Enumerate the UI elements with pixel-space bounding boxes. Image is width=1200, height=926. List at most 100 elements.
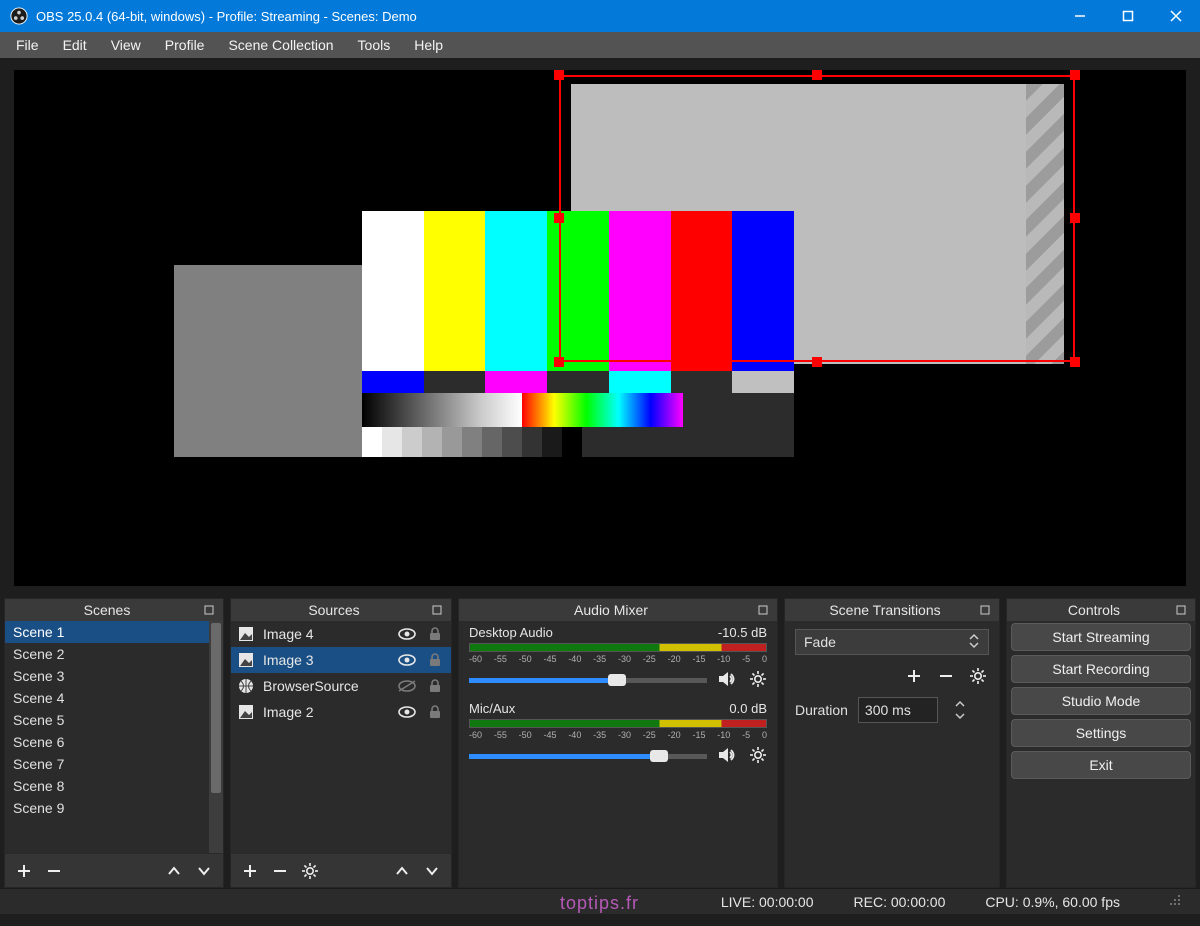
source-name: Image 3 — [263, 652, 389, 668]
scene-item[interactable]: Scene 7 — [5, 753, 223, 775]
meter-scale: -60-55-50-45-40-35-30-25-20-15-10-50 — [469, 654, 767, 664]
lock-toggle[interactable] — [425, 704, 445, 720]
scene-item[interactable]: Scene 3 — [5, 665, 223, 687]
scroll-track[interactable] — [209, 621, 223, 853]
menu-view[interactable]: View — [101, 35, 151, 55]
audio-mixer-dock-title: Audio Mixer — [465, 602, 757, 618]
selection-handle[interactable] — [1070, 357, 1080, 367]
selection-handle[interactable] — [1070, 213, 1080, 223]
scene-item[interactable]: Scene 6 — [5, 731, 223, 753]
menu-help[interactable]: Help — [404, 35, 453, 55]
exit-button[interactable]: Exit — [1011, 751, 1191, 779]
statusbar: LIVE: 00:00:00 REC: 00:00:00 CPU: 0.9%, … — [0, 888, 1200, 914]
lock-toggle[interactable] — [425, 652, 445, 668]
remove-transition-button[interactable] — [935, 665, 957, 687]
vu-meter — [469, 719, 767, 728]
window-close-button[interactable] — [1152, 0, 1200, 32]
source-item[interactable]: Image 2 — [231, 699, 451, 725]
window-maximize-button[interactable] — [1104, 0, 1152, 32]
window-title: OBS 25.0.4 (64-bit, windows) - Profile: … — [36, 9, 1056, 24]
status-cpu: CPU: 0.9%, 60.00 fps — [985, 894, 1120, 910]
selection-handle[interactable] — [554, 213, 564, 223]
visibility-toggle[interactable] — [397, 679, 417, 693]
studio-mode-button[interactable]: Studio Mode — [1011, 687, 1191, 715]
scene-move-down-button[interactable] — [193, 860, 215, 882]
channel-db: 0.0 dB — [729, 701, 767, 716]
dock-popout-icon[interactable] — [431, 603, 445, 617]
scenes-dock: Scenes Scene 1Scene 2Scene 3Scene 4Scene… — [4, 598, 224, 888]
scene-item[interactable]: Scene 2 — [5, 643, 223, 665]
scene-item[interactable]: Scene 5 — [5, 709, 223, 731]
menu-file[interactable]: File — [6, 35, 49, 55]
add-scene-button[interactable] — [13, 860, 35, 882]
menu-scene-collection[interactable]: Scene Collection — [218, 35, 343, 55]
duration-step-down[interactable] — [952, 710, 968, 722]
lock-toggle[interactable] — [425, 678, 445, 694]
dock-popout-icon[interactable] — [1175, 603, 1189, 617]
selection-handle[interactable] — [554, 70, 564, 80]
channel-settings-button[interactable] — [749, 746, 767, 767]
mute-button[interactable] — [717, 746, 739, 767]
duration-label: Duration — [795, 702, 848, 718]
dock-popout-icon[interactable] — [979, 603, 993, 617]
channel-name: Mic/Aux — [469, 701, 515, 716]
source-item[interactable]: BrowserSource — [231, 673, 451, 699]
channel-db: -10.5 dB — [718, 625, 767, 640]
scene-preview[interactable] — [14, 70, 1186, 586]
transition-select[interactable]: Fade — [795, 629, 989, 655]
add-source-button[interactable] — [239, 860, 261, 882]
menu-profile[interactable]: Profile — [155, 35, 215, 55]
audio-channel: Mic/Aux 0.0 dB -60-55-50-45-40-35-30-25-20… — [459, 697, 777, 773]
remove-source-button[interactable] — [269, 860, 291, 882]
source-item[interactable]: Image 3 — [231, 647, 451, 673]
channel-settings-button[interactable] — [749, 670, 767, 691]
selection-handle[interactable] — [554, 357, 564, 367]
start-recording-button[interactable]: Start Recording — [1011, 655, 1191, 683]
scene-move-up-button[interactable] — [163, 860, 185, 882]
vu-meter — [469, 643, 767, 652]
source-name: BrowserSource — [263, 678, 389, 694]
source-name: Image 4 — [263, 626, 389, 642]
source-properties-button[interactable] — [299, 860, 321, 882]
globe-icon — [237, 677, 255, 695]
menu-edit[interactable]: Edit — [53, 35, 97, 55]
scene-item[interactable]: Scene 9 — [5, 797, 223, 819]
duration-step-up[interactable] — [952, 698, 968, 710]
scene-item[interactable]: Scene 1 — [5, 621, 223, 643]
mute-button[interactable] — [717, 670, 739, 691]
source-move-up-button[interactable] — [391, 860, 413, 882]
settings-button[interactable]: Settings — [1011, 719, 1191, 747]
scene-transitions-dock: Scene Transitions Fade Duration 300 ms — [784, 598, 1000, 888]
source-name: Image 2 — [263, 704, 389, 720]
meter-scale: -60-55-50-45-40-35-30-25-20-15-10-50 — [469, 730, 767, 740]
scroll-thumb[interactable] — [211, 623, 221, 793]
resize-grip-icon[interactable] — [1168, 893, 1182, 910]
volume-slider[interactable] — [469, 678, 707, 683]
audio-channel: Desktop Audio-10.5 dB-60-55-50-45-40-35-… — [459, 621, 777, 697]
transition-properties-button[interactable] — [967, 665, 989, 687]
visibility-toggle[interactable] — [397, 627, 417, 641]
dock-popout-icon[interactable] — [203, 603, 217, 617]
scene-item[interactable]: Scene 4 — [5, 687, 223, 709]
window-minimize-button[interactable] — [1056, 0, 1104, 32]
start-streaming-button[interactable]: Start Streaming — [1011, 623, 1191, 651]
selection-outline[interactable] — [559, 75, 1075, 361]
source-item[interactable]: Image 4 — [231, 621, 451, 647]
add-transition-button[interactable] — [903, 665, 925, 687]
visibility-toggle[interactable] — [397, 705, 417, 719]
remove-scene-button[interactable] — [43, 860, 65, 882]
selection-handle[interactable] — [812, 70, 822, 80]
scene-item[interactable]: Scene 8 — [5, 775, 223, 797]
selection-handle[interactable] — [1070, 70, 1080, 80]
selection-handle[interactable] — [812, 357, 822, 367]
lock-toggle[interactable] — [425, 626, 445, 642]
audio-mixer-dock: Audio Mixer Desktop Audio-10.5 dB-60-55-… — [458, 598, 778, 888]
visibility-toggle[interactable] — [397, 653, 417, 667]
image-icon — [237, 625, 255, 643]
menu-tools[interactable]: Tools — [348, 35, 401, 55]
volume-slider[interactable] — [469, 754, 707, 759]
duration-spinbox[interactable]: 300 ms — [858, 697, 938, 723]
dock-popout-icon[interactable] — [757, 603, 771, 617]
source-move-down-button[interactable] — [421, 860, 443, 882]
sources-dock-title: Sources — [237, 602, 431, 618]
